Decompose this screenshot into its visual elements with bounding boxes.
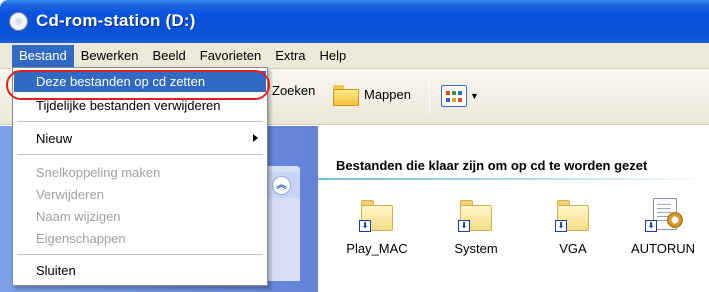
views-icon [441, 85, 467, 107]
file-name: VGA [559, 241, 587, 256]
chevron-down-icon: ▼ [470, 91, 479, 101]
search-label: Zoeken [272, 83, 316, 98]
folders-icon [333, 83, 359, 106]
menu-item-create-shortcut: Snelkoppeling maken [36, 165, 161, 180]
menu-file[interactable]: Bestand [12, 44, 74, 67]
menu-item-burn-to-cd[interactable]: Deze bestanden op cd zetten [14, 71, 266, 92]
menu-tools[interactable]: Extra [268, 45, 312, 67]
menu-edit[interactable]: Bewerken [74, 45, 146, 67]
group-header: Bestanden die klaar zijn om op cd te wor… [336, 158, 648, 173]
menu-separator [17, 154, 263, 155]
file-name: System [454, 241, 498, 256]
group-divider [318, 178, 709, 180]
window-title: Cd-rom-station (D:) [36, 11, 196, 30]
menu-item-close[interactable]: Sluiten [14, 260, 266, 281]
file-item-autorun[interactable]: ⬇ AUTORUN [628, 198, 698, 256]
menu-bar: Bestand Bewerken Beeld Favorieten Extra … [0, 43, 709, 69]
menu-item-delete-temp-files[interactable]: Tijdelijke bestanden verwijderen [14, 95, 266, 116]
menu-item-delete: Verwijderen [36, 187, 104, 202]
file-item-play-mac[interactable]: ⬇ Play_MAC [342, 198, 412, 256]
title-bar[interactable]: Cd-rom-station (D:) [0, 0, 709, 43]
menu-separator [17, 254, 263, 255]
menu-help[interactable]: Help [313, 45, 354, 67]
menu-view[interactable]: Beeld [146, 45, 193, 67]
cd-drive-icon [9, 12, 28, 31]
burn-arrow-icon: ⬇ [645, 220, 657, 232]
file-name: Play_MAC [346, 241, 408, 256]
folders-button[interactable]: Mappen [333, 83, 411, 106]
toolbar-separator [429, 79, 430, 113]
settings-file-icon: ⬇ [645, 198, 683, 232]
menu-item-new[interactable]: Nieuw [14, 128, 266, 149]
menu-item-properties: Eigenschappen [36, 231, 126, 246]
file-name: AUTORUN [630, 241, 696, 256]
file-item-vga[interactable]: ⬇ VGA [538, 198, 608, 256]
folder-icon: ⬇ [458, 198, 494, 232]
file-menu-dropdown: Deze bestanden op cd zetten Tijdelijke b… [12, 67, 268, 286]
menu-separator [17, 121, 263, 122]
menu-favorites[interactable]: Favorieten [193, 45, 268, 67]
burn-arrow-icon: ⬇ [555, 220, 567, 232]
burn-arrow-icon: ⬇ [458, 220, 470, 232]
collapse-icon[interactable]: ︽ [272, 176, 291, 195]
file-item-system[interactable]: ⬇ System [441, 198, 511, 256]
menu-item-new-label: Nieuw [36, 131, 73, 146]
folder-icon: ⬇ [359, 198, 395, 232]
menu-item-rename: Naam wijzigen [36, 209, 121, 224]
folder-icon: ⬇ [555, 198, 591, 232]
folders-label: Mappen [364, 86, 411, 102]
burn-arrow-icon: ⬇ [359, 220, 371, 232]
submenu-arrow-icon [253, 134, 258, 142]
views-button[interactable]: ▼ [441, 85, 479, 107]
search-button[interactable]: Zoeken [272, 83, 315, 98]
